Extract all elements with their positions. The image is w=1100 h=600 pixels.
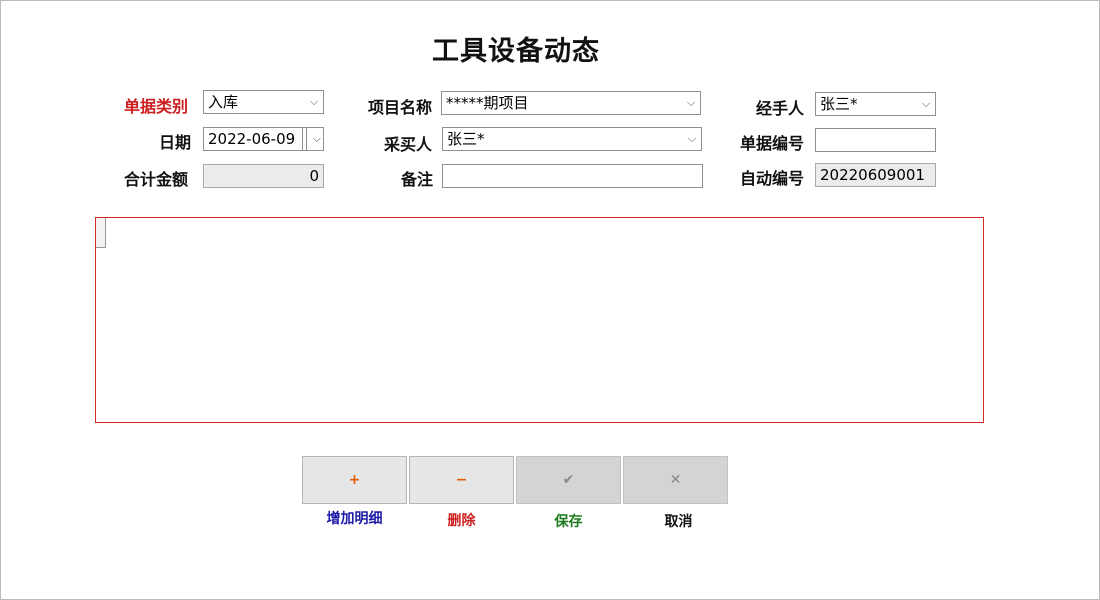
delete-button[interactable]: − xyxy=(409,456,514,504)
handler-value: 张三* xyxy=(820,95,858,113)
plus-icon: + xyxy=(348,472,361,488)
chevron-down-icon: ⌵ xyxy=(686,96,696,109)
total-amount-label: 合计金额 xyxy=(124,170,189,189)
minus-icon: − xyxy=(455,472,468,488)
auto-number-label: 自动编号 xyxy=(740,169,805,188)
doc-number-input[interactable] xyxy=(815,128,936,152)
project-name-select[interactable]: *****期项目 ⌵ xyxy=(441,91,701,115)
date-label: 日期 xyxy=(159,133,192,152)
add-detail-label: 增加明细 xyxy=(326,511,383,527)
date-dropdown-button[interactable]: ⌵ xyxy=(302,128,323,150)
close-icon: ✕ xyxy=(669,472,682,488)
doc-type-value: 入库 xyxy=(208,93,239,111)
app-window: 工具设备动态 单据类别 入库 ⌵ 日期 2022-06-09 ⌵ 合计金额 0 … xyxy=(0,0,1100,600)
remarks-input[interactable] xyxy=(442,164,703,188)
date-value: 2022-06-09 xyxy=(208,130,296,148)
cancel-button[interactable]: ✕ xyxy=(623,456,728,504)
save-button[interactable]: ✔ xyxy=(516,456,621,504)
chevron-down-icon: ⌵ xyxy=(312,132,321,145)
remarks-label: 备注 xyxy=(401,170,434,189)
date-picker[interactable]: 2022-06-09 ⌵ xyxy=(203,127,324,151)
purchaser-label: 采买人 xyxy=(384,135,433,154)
handler-label: 经手人 xyxy=(756,99,805,118)
purchaser-value: 张三* xyxy=(447,130,485,148)
save-label: 保存 xyxy=(554,514,583,530)
total-amount-field: 0 xyxy=(203,164,324,188)
check-icon: ✔ xyxy=(562,472,575,488)
purchaser-select[interactable]: 张三* ⌵ xyxy=(442,127,702,151)
auto-number-field: 20220609001 xyxy=(815,163,936,187)
page-title: 工具设备动态 xyxy=(432,36,600,67)
handler-select[interactable]: 张三* ⌵ xyxy=(815,92,936,116)
project-name-label: 项目名称 xyxy=(368,98,433,117)
doc-type-select[interactable]: 入库 ⌵ xyxy=(203,90,324,114)
add-detail-button[interactable]: + xyxy=(302,456,407,504)
doc-type-label: 单据类别 xyxy=(124,97,189,116)
chevron-down-icon: ⌵ xyxy=(687,132,697,145)
project-name-value: *****期项目 xyxy=(446,94,529,112)
chevron-down-icon: ⌵ xyxy=(921,97,931,110)
chevron-down-icon: ⌵ xyxy=(309,95,319,108)
cancel-label: 取消 xyxy=(664,514,693,530)
doc-number-label: 单据编号 xyxy=(740,134,805,153)
grid-row-header[interactable] xyxy=(96,218,106,248)
detail-grid[interactable] xyxy=(95,217,984,423)
delete-label: 删除 xyxy=(447,513,476,529)
